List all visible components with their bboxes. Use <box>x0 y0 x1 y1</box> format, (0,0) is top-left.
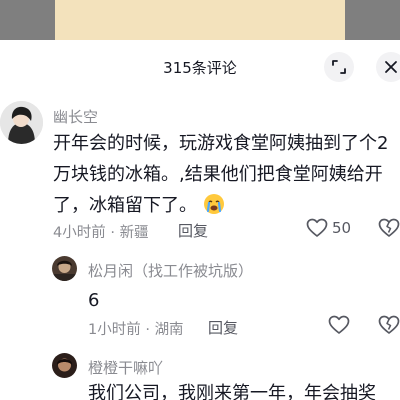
expand-button[interactable] <box>324 52 354 82</box>
dislike-icon <box>378 315 400 334</box>
dislike-button[interactable] <box>378 218 400 238</box>
like-count: 50 <box>332 219 352 237</box>
reply-location: 湖南 <box>154 322 184 338</box>
reply-like-button[interactable] <box>328 315 350 335</box>
reply-avatar[interactable] <box>52 256 77 281</box>
comment-meta: 4小时前 · 新疆 <box>53 225 149 241</box>
close-button[interactable] <box>376 52 400 82</box>
comment-location: 新疆 <box>119 225 149 241</box>
reply-reply-button[interactable]: 回复 <box>208 317 238 338</box>
video-frame <box>55 0 345 40</box>
like-button[interactable]: 50 <box>306 218 351 238</box>
comment-time: 4小时前 <box>53 225 106 241</box>
heart-icon <box>306 218 328 237</box>
comment-content: 我们公司，我刚来第一年，年会抽奖 <box>88 383 376 400</box>
expand-icon <box>332 60 346 74</box>
heart-icon <box>328 315 350 334</box>
close-icon <box>385 61 397 73</box>
reply-dislike-button[interactable] <box>378 315 400 335</box>
comment-sheet: 315条评论 幽长空 开年会的时候，玩游戏食堂阿姨抽到了个2万块钱的冰箱。,结果… <box>0 40 400 400</box>
avatar[interactable] <box>52 353 77 378</box>
video-preview[interactable] <box>0 0 400 40</box>
reply-username[interactable]: 松月闲（找工作被坑版） <box>88 260 253 281</box>
comment-username[interactable]: 橙橙干嘛吖 <box>88 357 163 378</box>
dislike-icon <box>378 218 400 237</box>
reply-content: 6 <box>88 290 100 311</box>
avatar[interactable] <box>0 101 43 144</box>
reply-meta: 1小时前 · 湖南 <box>88 322 184 338</box>
reply-time: 1小时前 <box>88 322 141 338</box>
comment-username[interactable]: 幽长空 <box>53 106 98 127</box>
comment-content: 开年会的时候，玩游戏食堂阿姨抽到了个2万块钱的冰箱。,结果他们把食堂阿姨给开了，… <box>53 128 398 225</box>
reply-button[interactable]: 回复 <box>178 220 208 241</box>
